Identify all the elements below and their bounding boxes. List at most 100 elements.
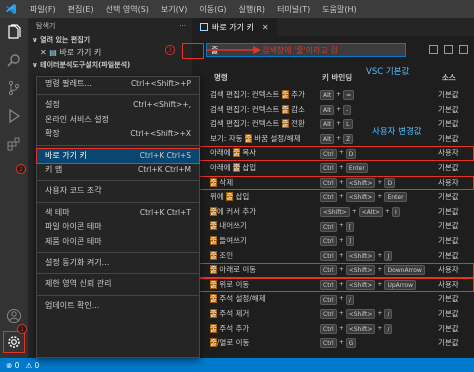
table-row[interactable]: 검색 편집기: 컨텍스트 줄 추가 Alt + = 기본값 bbox=[192, 88, 474, 103]
menu-item[interactable]: 파일(F) bbox=[24, 4, 62, 15]
source-cell: 기본값 bbox=[438, 221, 459, 231]
error-count[interactable]: ⊗ 0 bbox=[6, 361, 19, 370]
manage-gear-icon[interactable] bbox=[3, 331, 25, 353]
context-menu-item[interactable]: 명령 팔레트... Ctrl+<Shift>+P bbox=[37, 77, 199, 91]
table-row[interactable]: 줄 조인 Ctrl + <Shift> + J 기본값 bbox=[192, 249, 474, 264]
table-row[interactable]: 줄 삭제 Ctrl + <Shift> + D 사용자 bbox=[192, 175, 474, 191]
table-row[interactable]: 검색 편집기: 컨텍스트 줄 감소 Alt + - 기본값 bbox=[192, 103, 474, 118]
menu-item[interactable]: 이동(G) bbox=[193, 4, 232, 15]
context-menu-item[interactable]: 설정 Ctrl+<Shift>+, bbox=[37, 98, 199, 112]
record-keys-icon[interactable] bbox=[429, 45, 438, 54]
command-text: 삽입 bbox=[240, 162, 257, 172]
clear-icon[interactable] bbox=[459, 45, 468, 54]
context-menu-item[interactable]: 온라인 서비스 설정 bbox=[37, 113, 199, 127]
match-highlight: 줄 bbox=[210, 250, 217, 260]
key-separator: + bbox=[338, 163, 344, 171]
key-cap: <Shift> bbox=[345, 323, 376, 334]
table-row[interactable]: 보기: 자동 줄 바꿈 설정/해제 Alt + Z 기본값 bbox=[192, 132, 474, 147]
keybinding-cell: Ctrl + <Shift> + UpArrow bbox=[320, 278, 417, 293]
key-cap: Ctrl bbox=[320, 148, 337, 159]
context-menu-label: 명령 팔레트... bbox=[45, 79, 92, 88]
context-menu-item[interactable]: 제한 영역 신뢰 관리 bbox=[37, 277, 199, 291]
context-menu-label: 설정 동기화 켜기... bbox=[45, 257, 110, 267]
menu-item[interactable]: 보기(V) bbox=[155, 4, 193, 15]
menu-item[interactable]: 터미널(T) bbox=[271, 4, 316, 15]
search-icon[interactable] bbox=[4, 50, 24, 70]
menu-item[interactable]: 선택 영역(S) bbox=[100, 4, 155, 15]
key-separator: + bbox=[377, 266, 383, 274]
table-row[interactable]: 줄 위로 이동 Ctrl + <Shift> + UpArrow 사용자 bbox=[192, 277, 474, 293]
sort-icon[interactable] bbox=[444, 45, 453, 54]
table-row[interactable]: 줄 주석 제거 Ctrl + <Shift> + / 기본값 bbox=[192, 307, 474, 322]
context-menu-label: 바로 가기 키 bbox=[45, 150, 87, 160]
command-cell: 줄/열로 이동 bbox=[210, 336, 249, 351]
activity-bar: 1 bbox=[0, 18, 28, 358]
key-cap: [ bbox=[345, 221, 355, 232]
explorer-icon[interactable] bbox=[4, 22, 24, 42]
context-menu-item[interactable]: 키 맵 Ctrl+K Ctrl+M bbox=[37, 163, 199, 177]
table-row[interactable]: 아래에 줄 삽입 Ctrl + Enter 기본값 bbox=[192, 161, 474, 176]
menu-item[interactable]: 실행(R) bbox=[233, 4, 272, 15]
menu-item[interactable]: 도움말(H) bbox=[316, 4, 362, 15]
command-text: 들여쓰기 bbox=[216, 235, 247, 245]
section-workspace[interactable]: ∨ 테이터분석도구설치(파일분석) bbox=[28, 59, 192, 71]
key-cap: - bbox=[343, 104, 352, 115]
key-cap: L bbox=[343, 119, 353, 130]
table-row[interactable]: 줄 아래로 이동 Ctrl + <Shift> + DownArrow 사용자 bbox=[192, 263, 474, 278]
status-bar: ⊗ 0 ⚠ 0 bbox=[0, 358, 474, 372]
context-menu-label: 사용자 코드 조각 bbox=[45, 186, 102, 196]
command-text: 복사 bbox=[240, 148, 257, 158]
keybinding-cell: Ctrl + <Shift> + D bbox=[320, 176, 396, 191]
run-debug-icon[interactable] bbox=[4, 106, 24, 126]
table-row[interactable]: 줄 내어쓰기 Ctrl +[기본값 bbox=[192, 219, 474, 234]
source-cell: 기본값 bbox=[438, 90, 459, 99]
step-one-marker: 1 bbox=[17, 324, 27, 334]
table-row[interactable]: 줄에 커서 추가 <Shift> + <Alt> + I 기본값 bbox=[192, 205, 474, 220]
source-control-icon[interactable] bbox=[4, 78, 24, 98]
match-highlight: 줄 bbox=[281, 90, 289, 99]
account-icon[interactable] bbox=[4, 306, 24, 326]
extensions-icon[interactable] bbox=[4, 134, 24, 154]
context-menu-item[interactable]: 색 테마 Ctrl+K Ctrl+T bbox=[37, 206, 199, 220]
keybinding-cell: Ctrl + <Shift> + Enter bbox=[320, 190, 407, 205]
menu-separator bbox=[37, 180, 199, 182]
warning-count[interactable]: ⚠ 0 bbox=[25, 361, 39, 370]
command-cell: 줄 위로 이동 bbox=[210, 278, 249, 293]
keybinding-cell: Alt + L bbox=[320, 117, 353, 132]
table-row[interactable]: 위에 줄 삽입 Ctrl + <Shift> + Enter 기본값 bbox=[192, 190, 474, 205]
match-highlight: 줄 bbox=[244, 133, 252, 143]
context-menu-item[interactable]: 확장 Ctrl+<Shift>+X bbox=[37, 127, 199, 141]
keybinding-cell: Ctrl + <Shift> + / bbox=[320, 307, 393, 322]
close-icon[interactable]: ✕ bbox=[262, 23, 269, 32]
match-highlight: 줄 bbox=[210, 235, 217, 245]
more-actions-icon[interactable]: ··· bbox=[179, 18, 186, 34]
command-cell: 줄에 커서 추가 bbox=[210, 205, 256, 220]
context-menu-item[interactable]: 파일 아이콘 테마 bbox=[37, 220, 199, 234]
key-cap: Ctrl bbox=[320, 294, 337, 305]
context-menu-item[interactable]: 제품 아이콘 테마 bbox=[37, 235, 199, 249]
table-row[interactable]: 검색 편집기: 컨텍스트 줄 전환 Alt + L 기본값 bbox=[192, 117, 474, 132]
context-menu-item[interactable]: 설정 동기화 켜기... bbox=[37, 256, 199, 270]
context-menu-item[interactable]: 바로 가기 키 Ctrl+K Ctrl+S bbox=[36, 147, 200, 164]
command-cell: 줄 내어쓰기 bbox=[210, 219, 247, 234]
source-cell: 사용자 bbox=[438, 279, 459, 289]
table-row[interactable]: 줄 주석 설정/해제 Ctrl + / 기본값 bbox=[192, 292, 474, 307]
command-text: 내어쓰기 bbox=[216, 221, 247, 231]
context-menu-item[interactable]: 업데이트 확인... bbox=[37, 299, 199, 313]
key-cap: <Shift> bbox=[345, 177, 376, 188]
context-menu-item[interactable]: 사용자 코드 조각 bbox=[37, 184, 199, 198]
match-highlight: 줄 bbox=[281, 104, 289, 114]
tab-keybindings[interactable]: 바로 가기 키 ✕ bbox=[192, 18, 277, 36]
menu-item[interactable]: 편집(E) bbox=[62, 4, 100, 15]
context-menu-shortcut: Ctrl+<Shift>+, bbox=[133, 100, 191, 110]
table-row[interactable]: 줄 주석 추가 Ctrl + <Shift> + / 기본값 bbox=[192, 322, 474, 337]
table-row[interactable]: 아래에 줄 복사 Ctrl + D 사용자 bbox=[192, 146, 474, 161]
key-separator: + bbox=[338, 178, 344, 186]
menu-separator bbox=[37, 294, 199, 296]
keyboard-icon bbox=[200, 23, 208, 31]
menu-separator bbox=[37, 201, 199, 203]
keybinding-cell: Ctrl + G bbox=[320, 336, 357, 351]
table-row[interactable]: 줄/열로 이동 Ctrl + G 기본값 bbox=[192, 336, 474, 351]
section-open-editors[interactable]: ∨ 열려 있는 편집기 bbox=[28, 34, 192, 46]
table-row[interactable]: 줄 들여쓰기 Ctrl +] 기본값 bbox=[192, 234, 474, 249]
